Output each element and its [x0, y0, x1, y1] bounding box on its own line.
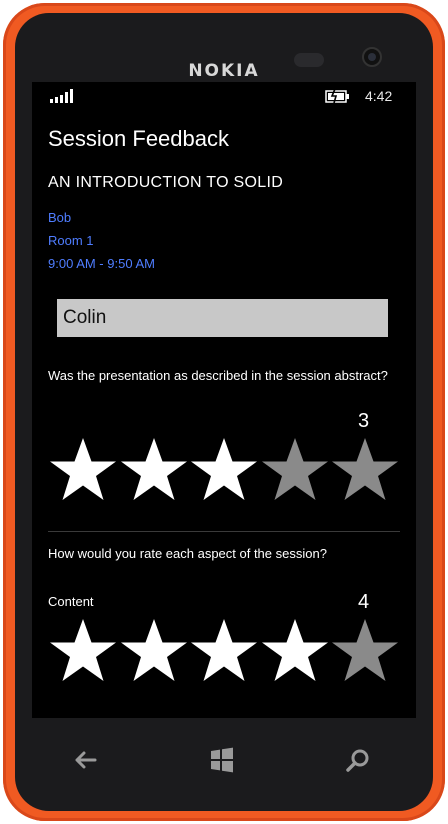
abstract-star-3-icon[interactable]	[189, 436, 259, 502]
name-input[interactable]	[57, 299, 388, 337]
content-rating-value: 4	[358, 591, 370, 613]
divider	[48, 531, 400, 532]
content-label: Content	[48, 594, 94, 609]
question-aspects: How would you rate each aspect of the se…	[48, 546, 327, 561]
content-star-5-icon[interactable]	[330, 617, 400, 683]
session-name: AN INTRODUCTION TO SOLID	[48, 174, 284, 191]
windows-start-icon[interactable]	[202, 740, 242, 780]
back-arrow-icon[interactable]	[66, 740, 106, 780]
page-title: Session Feedback	[48, 126, 229, 151]
status-time: 4:42	[365, 88, 393, 104]
abstract-star-rating[interactable]	[48, 436, 400, 502]
battery-charging-icon	[325, 88, 351, 104]
nav-bar	[12, 718, 430, 808]
signal-icon	[50, 89, 76, 103]
abstract-rating-value: 3	[358, 410, 370, 432]
content-star-1-icon[interactable]	[48, 617, 118, 683]
session-time: 9:00 AM - 9:50 AM	[48, 256, 155, 271]
app-screen: 4:42 Session Feedback AN INTRODUCTION TO…	[32, 82, 416, 718]
content-star-3-icon[interactable]	[189, 617, 259, 683]
search-icon[interactable]	[338, 740, 378, 780]
front-camera	[362, 47, 382, 67]
content-star-4-icon[interactable]	[260, 617, 330, 683]
abstract-star-2-icon[interactable]	[119, 436, 189, 502]
content-star-2-icon[interactable]	[119, 617, 189, 683]
abstract-star-4-icon[interactable]	[260, 436, 330, 502]
abstract-star-1-icon[interactable]	[48, 436, 118, 502]
speaker-name: Bob	[48, 210, 72, 225]
abstract-star-5-icon[interactable]	[330, 436, 400, 502]
room-name: Room 1	[48, 233, 94, 248]
content-star-rating[interactable]	[48, 617, 400, 683]
question-abstract: Was the presentation as described in the…	[48, 368, 388, 383]
earpiece	[294, 53, 324, 67]
status-bar: 4:42	[32, 82, 416, 110]
